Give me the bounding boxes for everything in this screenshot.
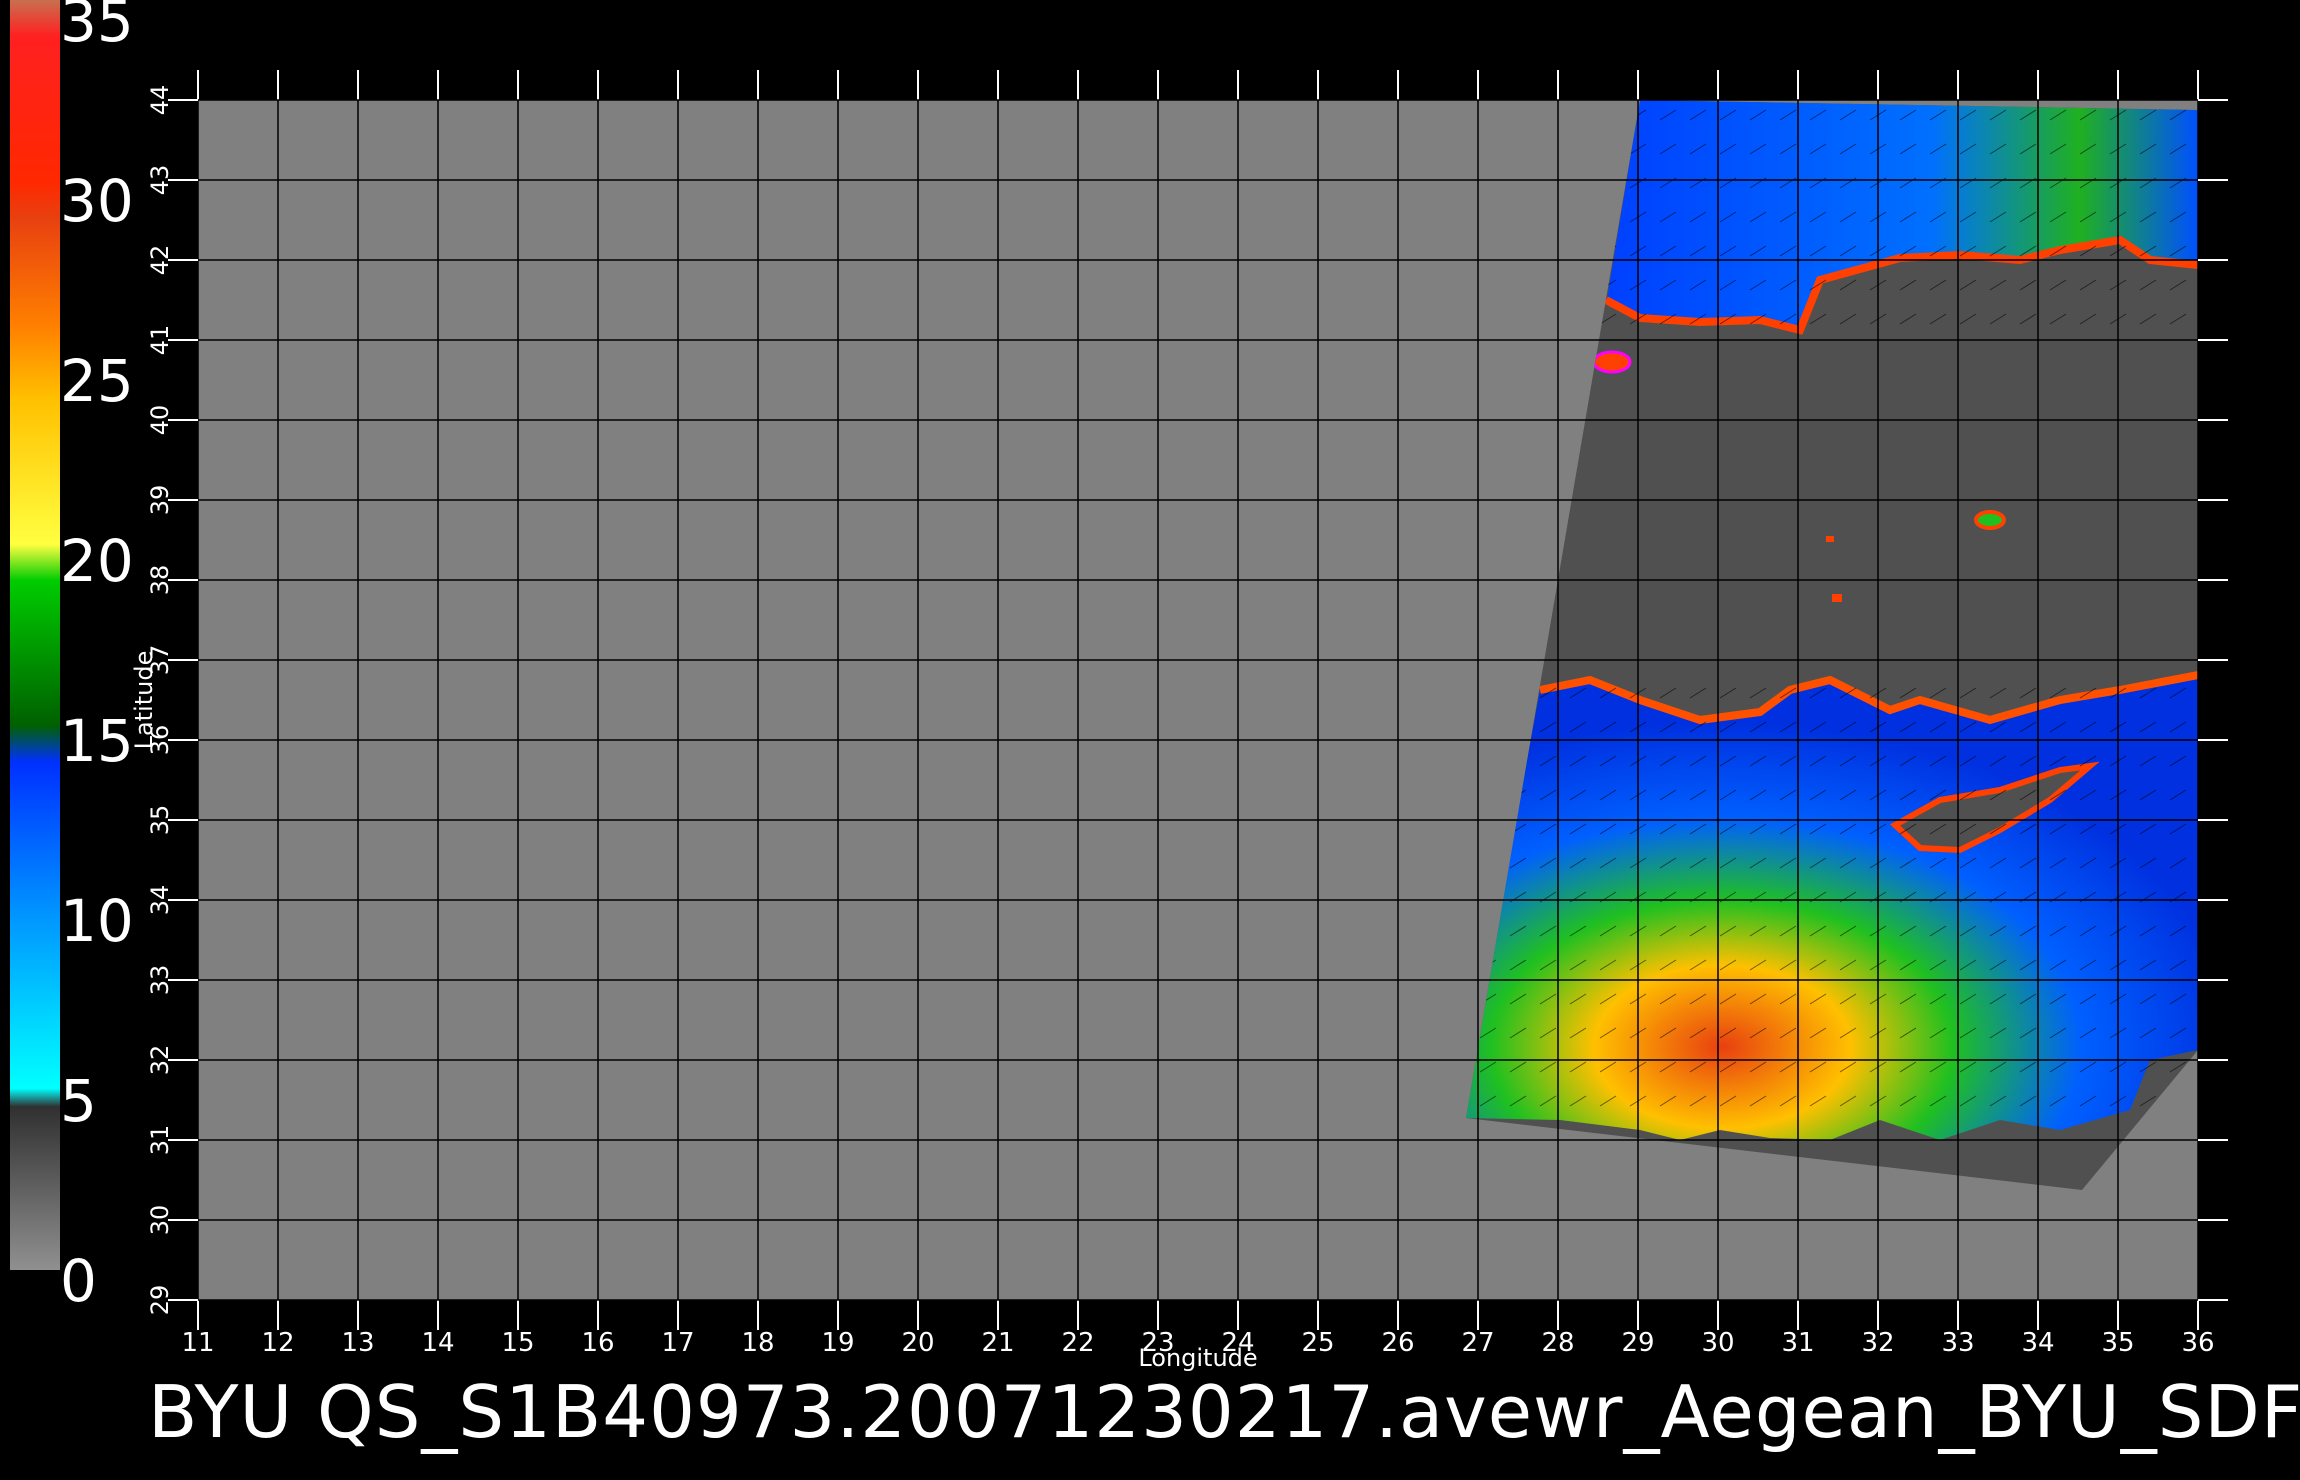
lon-tick-label: 29 bbox=[1621, 1328, 1654, 1358]
lat-tick-label: 38 bbox=[146, 565, 174, 596]
lat-tick-label: 34 bbox=[146, 885, 174, 916]
lon-tick-label: 12 bbox=[261, 1328, 294, 1358]
lon-tick-label: 25 bbox=[1301, 1328, 1334, 1358]
lon-tick-label: 26 bbox=[1381, 1328, 1414, 1358]
island-patch bbox=[1974, 510, 2006, 530]
lon-tick-label: 16 bbox=[581, 1328, 614, 1358]
lon-tick-label: 13 bbox=[341, 1328, 374, 1358]
island-patch bbox=[1592, 350, 1632, 374]
x-axis-title: Longitude bbox=[1138, 1344, 1257, 1372]
lat-tick-label: 31 bbox=[146, 1125, 174, 1156]
lat-tick-label: 33 bbox=[146, 965, 174, 996]
lon-tick-label: 33 bbox=[1941, 1328, 1974, 1358]
lon-tick-label: 11 bbox=[181, 1328, 214, 1358]
lat-tick-label: 42 bbox=[146, 245, 174, 276]
lon-tick-label: 30 bbox=[1701, 1328, 1734, 1358]
lon-tick-label: 15 bbox=[501, 1328, 534, 1358]
lon-tick-label: 17 bbox=[661, 1328, 694, 1358]
lat-tick-label: 29 bbox=[146, 1285, 174, 1316]
lat-tick-label: 43 bbox=[146, 165, 174, 196]
lat-tick-label: 40 bbox=[146, 405, 174, 436]
lon-tick-label: 32 bbox=[1861, 1328, 1894, 1358]
lon-tick-label: 35 bbox=[2101, 1328, 2134, 1358]
mediterranean-wind-field bbox=[1466, 675, 2198, 1140]
lon-tick-label: 18 bbox=[741, 1328, 774, 1358]
lon-tick-label: 31 bbox=[1781, 1328, 1814, 1358]
lon-tick-label: 27 bbox=[1461, 1328, 1494, 1358]
island-patch bbox=[1832, 594, 1842, 602]
image-caption: BYU QS_S1B40973.20071230217.avewr_Aegean… bbox=[148, 1370, 2300, 1454]
island-patch bbox=[1826, 536, 1834, 542]
lon-tick-label: 34 bbox=[2021, 1328, 2054, 1358]
lon-tick-label: 21 bbox=[981, 1328, 1014, 1358]
lon-tick-label: 22 bbox=[1061, 1328, 1094, 1358]
lon-tick-label: 36 bbox=[2181, 1328, 2214, 1358]
lon-tick-label: 20 bbox=[901, 1328, 934, 1358]
lat-tick-label: 30 bbox=[146, 1205, 174, 1236]
y-axis-title: Latitude bbox=[130, 651, 158, 750]
lat-tick-label: 44 bbox=[146, 85, 174, 116]
lon-tick-label: 28 bbox=[1541, 1328, 1574, 1358]
wind-map: 11 12 13 14 15 16 17 18 19 20 21 22 23 24 25 26 27 28 29 30… bbox=[130, 70, 2228, 1372]
lon-tick-label: 19 bbox=[821, 1328, 854, 1358]
lat-tick-label: 32 bbox=[146, 1045, 174, 1076]
lon-tick-label: 14 bbox=[421, 1328, 454, 1358]
lat-tick-label: 35 bbox=[146, 805, 174, 836]
lat-tick-label: 39 bbox=[146, 485, 174, 516]
lat-tick-label: 41 bbox=[146, 325, 174, 356]
